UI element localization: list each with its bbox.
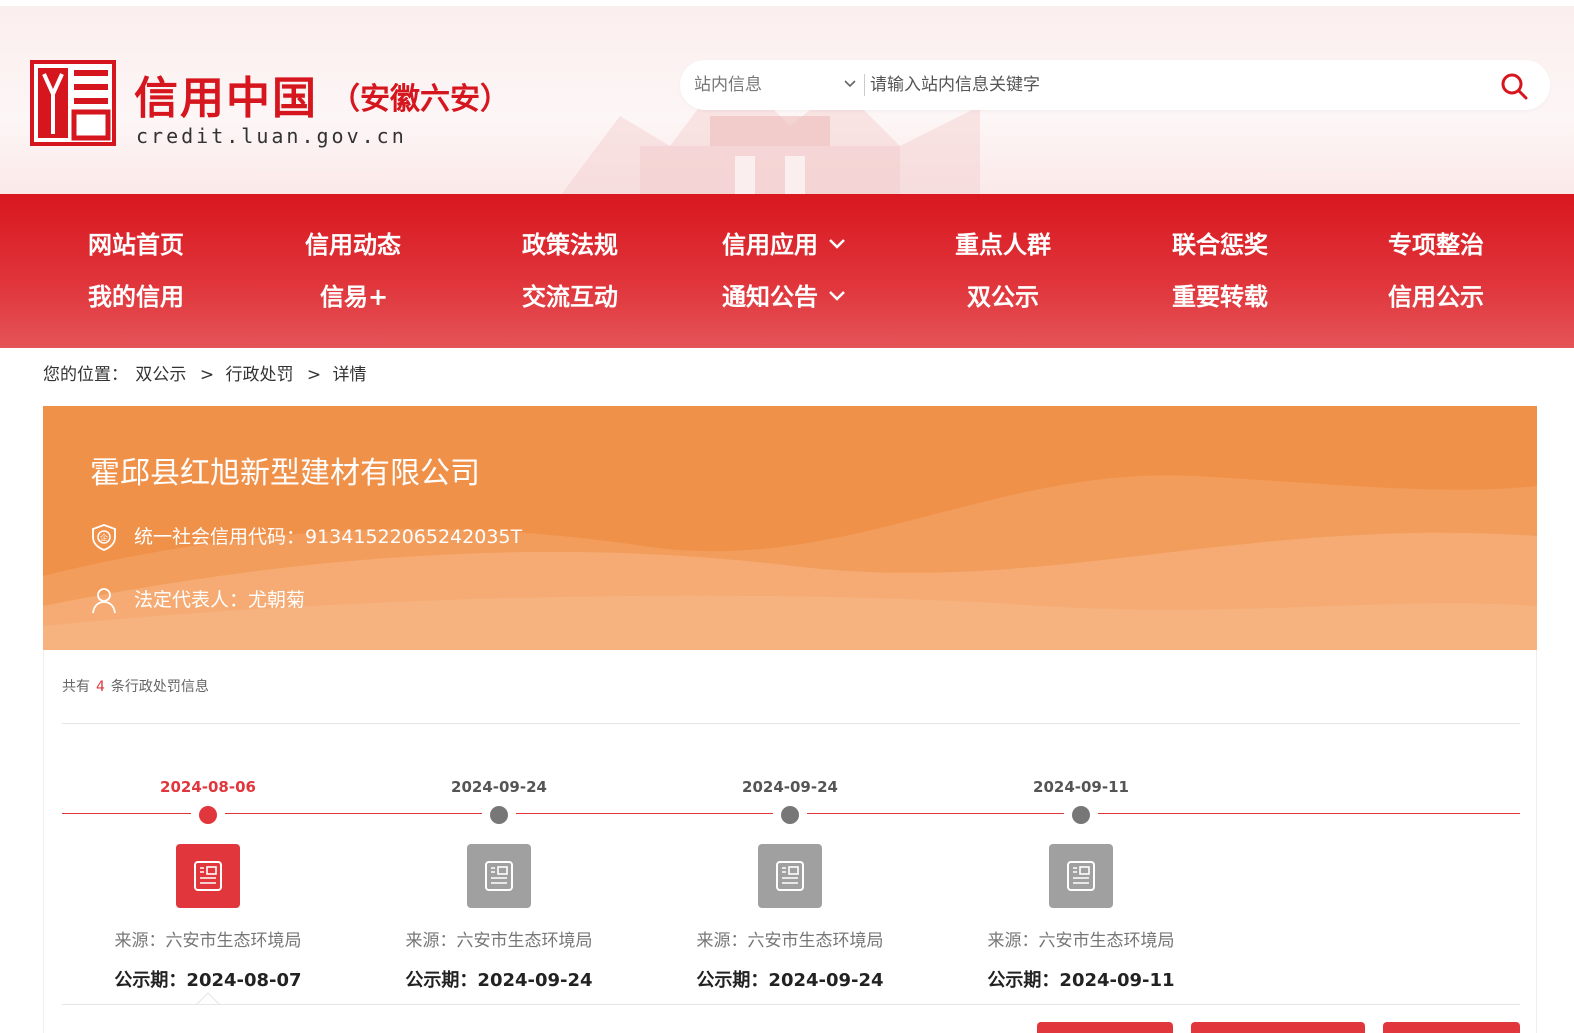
breadcrumb-prefix: 您的位置： <box>43 365 128 385</box>
nav-item-policy[interactable]: 政策法规 <box>522 228 618 262</box>
search-input[interactable] <box>870 69 1470 101</box>
enterprise-shield-icon: 企 <box>92 524 116 551</box>
record-publicity-period: 公示期：2024-09-11 <box>987 970 1175 991</box>
record-date: 2024-09-24 <box>451 778 547 796</box>
record-publicity-period: 公示期：2024-09-24 <box>405 970 593 991</box>
nav-item-double-publicity[interactable]: 双公示 <box>967 280 1039 314</box>
nav-item-home[interactable]: 网站首页 <box>88 228 184 262</box>
record-doc-button[interactable] <box>758 844 822 908</box>
nav-item-credit-news[interactable]: 信用动态 <box>305 228 401 262</box>
search-divider <box>864 74 865 96</box>
chevron-down-icon <box>844 80 856 88</box>
record-publicity-period: 公示期：2024-09-24 <box>696 970 884 991</box>
breadcrumb-item-double-publicity[interactable]: 双公示 <box>135 365 186 385</box>
credit-china-logo-icon <box>30 60 116 146</box>
record-date: 2024-09-24 <box>742 778 838 796</box>
breadcrumb-separator: > <box>306 365 322 385</box>
divider <box>62 723 1520 724</box>
breadcrumb-separator: > <box>199 365 215 385</box>
record-source: 来源：六安市生态环境局 <box>987 931 1175 951</box>
site-header: 信用中国 （安徽六安） credit.luan.gov.cn 站内信息 <box>0 6 1574 194</box>
record-date: 2024-09-11 <box>1033 778 1129 796</box>
nav-item-special-rectification[interactable]: 专项整治 <box>1388 228 1484 262</box>
nav-item-joint-rewards[interactable]: 联合惩奖 <box>1172 228 1268 262</box>
site-title: 信用中国 <box>134 73 318 124</box>
nav-item-notices[interactable]: 通知公告 <box>722 280 846 314</box>
detail-tab-button[interactable] <box>1383 1022 1520 1033</box>
nav-item-xinyi-plus[interactable]: 信易+ <box>320 280 388 314</box>
company-name: 霍邱县红旭新型建材有限公司 <box>90 456 480 491</box>
company-banner: 霍邱县红旭新型建材有限公司 企 统一社会信用代码：913415220652420… <box>43 406 1537 650</box>
record-doc-button[interactable] <box>176 844 240 908</box>
record-source: 来源：六安市生态环境局 <box>114 931 302 951</box>
document-icon <box>194 861 222 891</box>
chevron-down-icon <box>829 239 845 249</box>
person-icon <box>92 588 116 614</box>
site-domain: credit.luan.gov.cn <box>136 124 407 148</box>
main-nav: 网站首页 信用动态 政策法规 信用应用 重点人群 联合惩奖 专项整治 我的信用 … <box>0 194 1574 348</box>
detail-tab-button[interactable] <box>1037 1022 1173 1033</box>
document-icon <box>776 861 804 891</box>
record-source: 来源：六安市生态环境局 <box>405 931 593 951</box>
search-scope-select[interactable]: 站内信息 <box>694 60 864 110</box>
nav-item-credit-publicity[interactable]: 信用公示 <box>1388 280 1484 314</box>
search-bar: 站内信息 <box>680 60 1550 110</box>
nav-item-credit-application[interactable]: 信用应用 <box>722 228 846 262</box>
timeline-dot <box>199 806 217 824</box>
record-doc-button[interactable] <box>467 844 531 908</box>
document-icon <box>1067 861 1095 891</box>
record-count: 共有 4 条行政处罚信息 <box>62 679 209 695</box>
detail-tab-button[interactable] <box>1191 1022 1365 1033</box>
penalty-records-card: 共有 4 条行政处罚信息 2024-08-06 来源：六安市生态环境局 公示期：20… <box>43 650 1537 1033</box>
nav-item-my-credit[interactable]: 我的信用 <box>88 280 184 314</box>
document-icon <box>485 861 513 891</box>
record-source: 来源：六安市生态环境局 <box>696 931 884 951</box>
credit-code: 统一社会信用代码：91341522065242035T <box>134 526 523 548</box>
breadcrumb: 您的位置： 双公示 > 行政处罚 > 详情 <box>43 362 369 388</box>
record-count-number: 4 <box>96 679 105 695</box>
record-publicity-period: 公示期：2024-08-07 <box>114 970 302 991</box>
svg-text:企: 企 <box>100 533 108 543</box>
search-scope-label: 站内信息 <box>694 75 762 95</box>
timeline-dot <box>490 806 508 824</box>
nav-item-interaction[interactable]: 交流互动 <box>522 280 618 314</box>
breadcrumb-item-detail: 详情 <box>332 365 367 385</box>
breadcrumb-item-penalty[interactable]: 行政处罚 <box>225 365 293 385</box>
search-icon[interactable] <box>1500 72 1528 100</box>
divider <box>62 1004 1520 1005</box>
timeline-dot <box>1072 806 1090 824</box>
record-doc-button[interactable] <box>1049 844 1113 908</box>
city-gate-watermark-icon <box>561 66 980 194</box>
legal-representative: 法定代表人：尤朝菊 <box>134 589 306 611</box>
nav-item-key-groups[interactable]: 重点人群 <box>955 228 1051 262</box>
timeline-dot <box>781 806 799 824</box>
chevron-down-icon <box>829 291 845 301</box>
record-date: 2024-08-06 <box>160 778 256 796</box>
nav-item-reprints[interactable]: 重要转载 <box>1172 280 1268 314</box>
site-subtitle: （安徽六安） <box>330 82 510 117</box>
